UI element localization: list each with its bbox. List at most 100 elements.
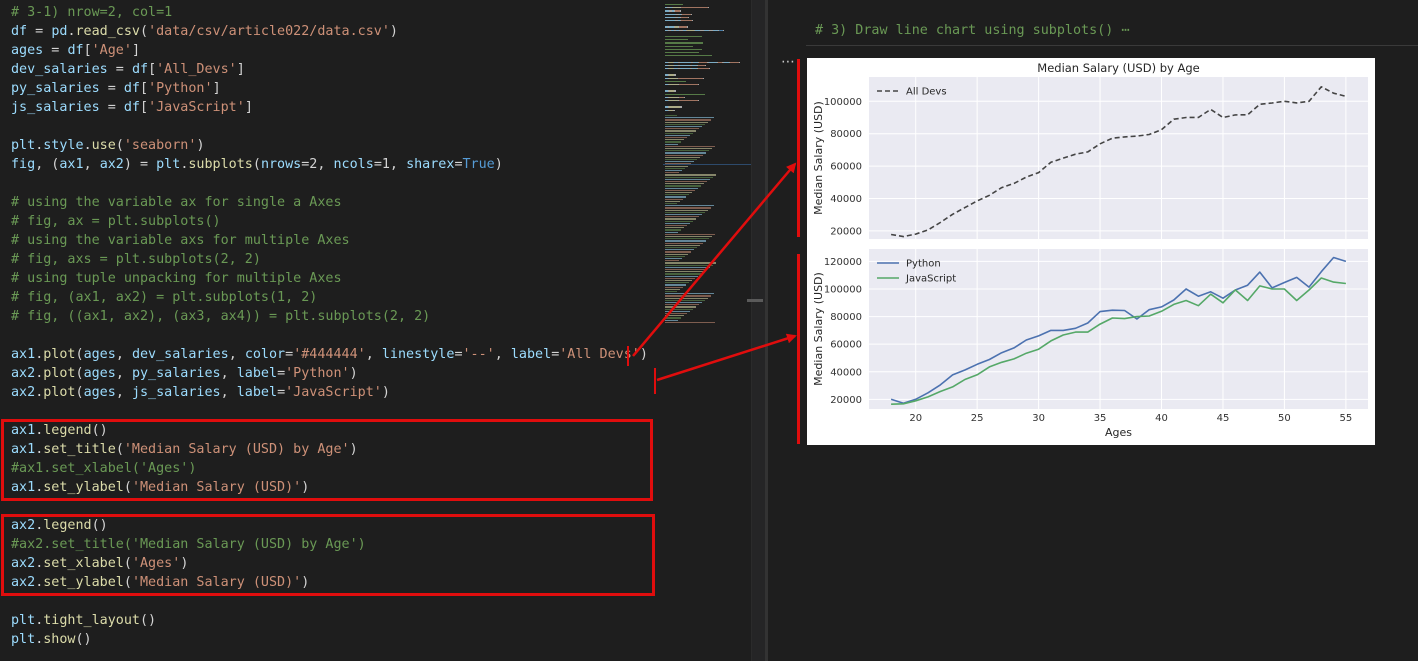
code-token: read_csv [75,24,141,39]
code-token: subplots [188,157,253,172]
annotation-bar-top [797,59,800,237]
minimap-token [705,64,706,67]
minimap-token [665,222,690,225]
code-line[interactable]: # 3-1) nrow=2, col=1 [11,3,172,22]
code-line[interactable]: # using the variable ax for single a Axe… [11,193,342,212]
minimap-token [665,45,693,47]
editor-scrollbar[interactable] [751,0,766,661]
code-token: tight_layout [43,613,140,628]
x-tick-label: 45 [1217,413,1230,424]
code-token: 'data/csv/article022/data.csv' [148,24,390,39]
code-token: '--' [462,347,495,362]
code-token: , [228,347,245,362]
scrollbar-thumb[interactable] [747,299,763,302]
code-line[interactable]: # fig, ((ax1, ax2), (ax3, ax4)) = plt.su… [11,307,430,326]
code-token: = [277,366,286,381]
minimap-token [669,77,677,79]
code-token: ] [244,100,253,115]
minimap-token [665,119,711,121]
minimap-token [739,61,740,63]
code-line[interactable]: # using tuple unpacking for multiple Axe… [11,269,342,288]
code-token: , ( [35,157,60,172]
minimap-token [665,216,699,218]
code-token: fig [11,157,36,172]
code-line[interactable]: plt.tight_layout() [11,611,156,630]
code-token: plt [156,157,181,172]
code-token: ) [196,138,205,153]
minimap-token [665,42,703,44]
minimap-token [680,61,691,63]
minimap-token [665,48,702,51]
code-line[interactable]: plt.style.use('seaborn') [11,136,205,155]
minimap-token [665,302,702,304]
minimap-token [665,310,690,313]
code-line[interactable]: ages = df['Age'] [11,41,140,60]
code-line[interactable]: df = pd.read_csv('data/csv/article022/da… [11,22,398,41]
minimap-token [687,29,694,31]
minimap-token [665,244,700,247]
code-token: ] [212,81,221,96]
minimap-token [665,238,709,240]
code-line[interactable]: ax2.plot(ages, py_salaries, label='Pytho… [11,364,358,383]
code-line[interactable]: fig, (ax1, ax2) = plt.subplots(nrows=2, … [11,155,503,174]
code-token: # 3-1) nrow=2, col=1 [11,5,173,20]
minimap-viewport [663,164,751,165]
minimap-token [680,106,682,108]
code-token: , [83,157,100,172]
minimap-token [665,148,712,150]
minimap-token [665,80,686,83]
code-line[interactable]: dev_salaries = df['All_Devs'] [11,60,245,79]
minimap-token [665,172,679,174]
code-token: pd [51,24,68,39]
code-token: = [277,385,286,400]
code-token: ( [75,366,84,381]
minimap-token [698,64,705,67]
code-token: label [510,347,552,362]
minimap-token [665,134,690,137]
code-token: [ [83,43,92,58]
code-line[interactable]: ax2.plot(ages, js_salaries, label='JavaS… [11,383,390,402]
x-tick-label: 25 [971,413,984,424]
code-token: df [131,62,149,77]
code-token: = [43,43,68,58]
minimap[interactable] [663,0,751,661]
minimap-token [673,7,680,9]
minimap-token [665,295,711,297]
minimap-token [665,93,705,95]
minimap-token [665,141,681,143]
code-token: # using the variable ax for single a Axe… [11,195,342,210]
code-line[interactable]: # using the variable axs for multiple Ax… [11,231,350,250]
code-token: = [285,347,294,362]
cell-header-comment[interactable]: # 3) Draw line chart using subplots() ⋯ [815,23,1129,38]
code-token: ages [11,43,44,58]
figure-output: 20000 40000 60000 80000 100000 Median Salary … [807,58,1375,445]
minimap-token [679,84,698,86]
minimap-token [665,247,697,249]
minimap-token [665,218,696,220]
minimap-token [665,130,696,132]
x-tick-label: 40 [1155,413,1168,424]
minimap-token [665,227,684,229]
code-token: , [115,366,132,381]
code-token: = [454,157,463,172]
code-line[interactable]: ax1.plot(ages, dev_salaries, color='#444… [11,345,648,364]
code-line[interactable]: plt.show() [11,630,92,649]
output-more-icon[interactable]: ⋯ [781,54,795,70]
code-line[interactable]: py_salaries = df['Python'] [11,79,221,98]
minimap-token [669,100,678,102]
minimap-token [665,145,715,148]
code-line[interactable]: # fig, axs = plt.subplots(2, 2) [11,250,261,269]
code-line[interactable]: # fig, ax = plt.subplots() [11,212,221,231]
code-token: , [115,347,132,362]
code-line[interactable]: # fig, (ax1, ax2) = plt.subplots(1, 2) [11,288,317,307]
minimap-token [665,115,677,117]
minimap-token [681,16,688,19]
minimap-token [682,13,691,15]
code-token: dev_salaries [131,347,229,362]
code-line[interactable]: js_salaries = df['JavaScript'] [11,98,253,117]
y-tick-label: 100000 [824,97,862,108]
minimap-token [665,117,714,119]
legend-label: Python [906,259,941,270]
minimap-token [723,29,724,31]
minimap-token [665,260,679,262]
